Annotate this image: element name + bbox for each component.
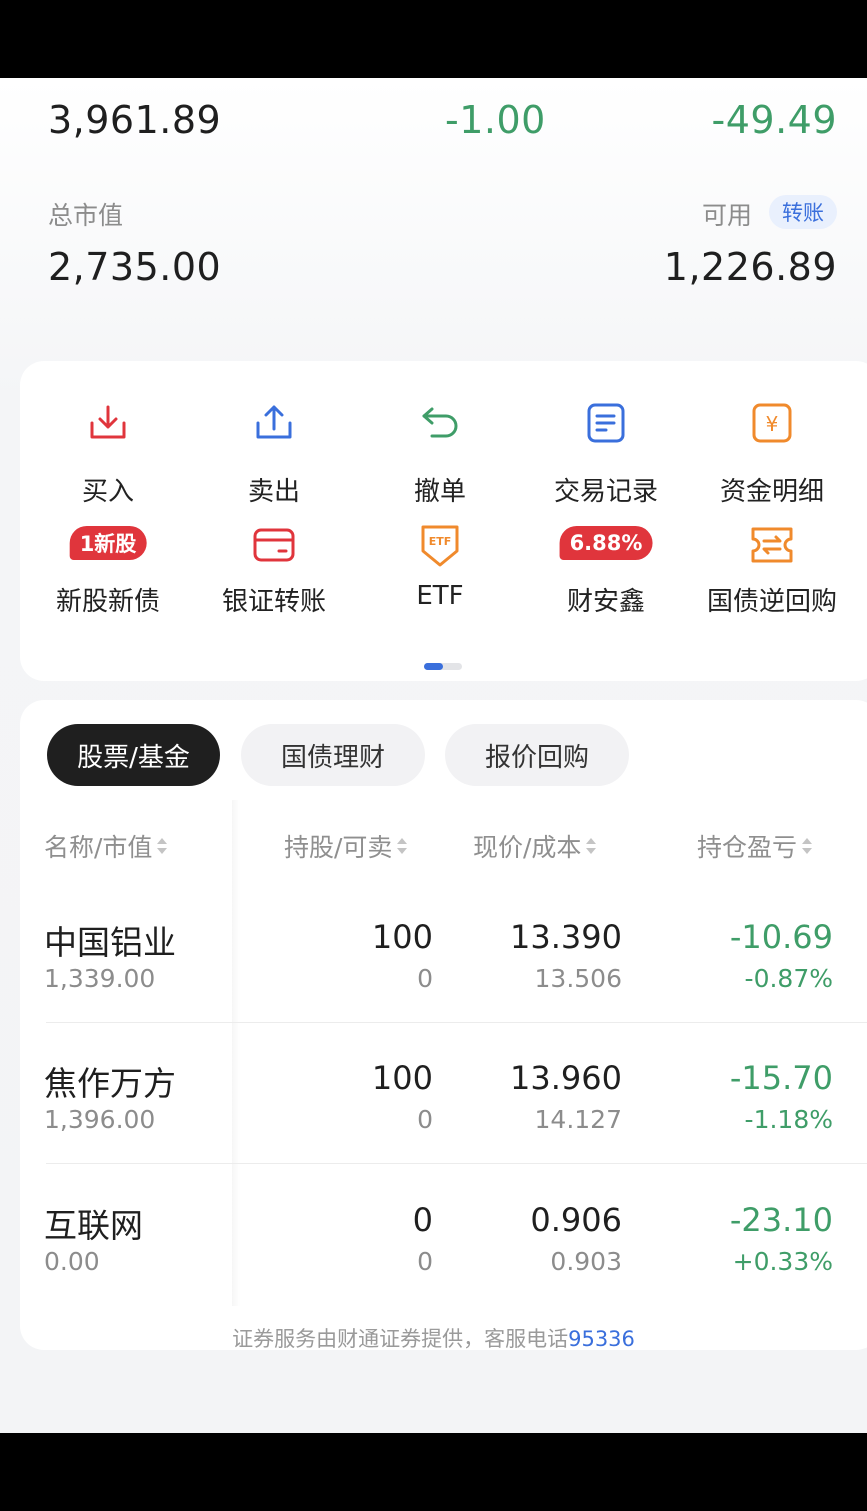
stock-market-value: 0.00	[44, 1247, 100, 1276]
yuan-icon: ¥	[752, 403, 792, 443]
sort-icon	[156, 836, 168, 856]
buy-button[interactable]: 买入	[25, 391, 191, 507]
holdings-card: 股票/基金 国债理财 报价回购 名称/市值 持股/可卖 现价/成本 持仓盈亏 中…	[20, 700, 867, 1350]
card-icon	[253, 528, 295, 562]
svg-text:ETF: ETF	[429, 535, 452, 548]
cancel-order-button[interactable]: 撤单	[357, 391, 523, 507]
customer-service-phone[interactable]: 95336	[568, 1327, 635, 1351]
table-row[interactable]: 中国铝业 1,339.00 100 0 13.390 13.506 -10.69…	[20, 900, 867, 1042]
today-pl-value: -1.00	[445, 98, 546, 142]
undo-icon	[422, 407, 458, 438]
shares: 100	[371, 1059, 433, 1097]
cost-price: 13.506	[534, 964, 622, 993]
buy-label: 买入	[81, 477, 134, 507]
bank-transfer-button[interactable]: 银证转账	[191, 521, 357, 641]
cost-price: 14.127	[534, 1105, 622, 1134]
shares: 100	[371, 918, 433, 956]
position-pl-value: -49.49	[711, 98, 837, 142]
current-price: 13.960	[510, 1059, 622, 1097]
sellable: 0	[417, 1105, 433, 1134]
sort-icon	[585, 836, 597, 856]
market-value-label: 总市值	[48, 201, 124, 230]
row-divider	[46, 1022, 867, 1023]
trade-records-button[interactable]: 交易记录	[523, 391, 689, 507]
col-price-cost[interactable]: 现价/成本	[473, 828, 597, 864]
table-row[interactable]: 互联网 0.00 0 0 0.906 0.903 -23.10 +0.33%	[20, 1183, 867, 1325]
exchange-ticket-icon	[751, 527, 793, 563]
stock-name: 互联网	[44, 1206, 143, 1245]
page-indicator	[424, 663, 462, 670]
rate-badge: 6.88%	[559, 526, 653, 560]
positions-screen: 3,961.89 -1.00 -49.49 总市值 可用 转账 2,735.00…	[0, 78, 867, 1433]
quick-actions-card: 买入 卖出 撤单 交易记录 ¥ 资金明细 1新股 新股新债 银证转账 ETF E…	[20, 361, 867, 681]
position-pl-pct: -0.87%	[744, 964, 833, 993]
new-ipo-badge: 1新股	[69, 526, 147, 560]
etf-shield-icon: ETF	[421, 525, 459, 567]
caianxin-label: 财安鑫	[566, 587, 645, 617]
footer-text: 证券服务由财通证券提供，客服电话	[232, 1327, 569, 1351]
stock-name: 中国铝业	[44, 923, 176, 962]
navigation-bar	[0, 1433, 867, 1511]
caianxin-button[interactable]: 6.88% 财安鑫	[523, 521, 689, 641]
tab-quote-repo[interactable]: 报价回购	[445, 724, 629, 786]
status-bar	[0, 0, 867, 78]
position-pl-pct: +0.33%	[732, 1247, 833, 1276]
svg-text:¥: ¥	[766, 412, 779, 436]
current-price: 13.390	[510, 918, 622, 956]
position-pl-pct: -1.18%	[744, 1105, 833, 1134]
fund-details-label: 资金明细	[719, 477, 824, 507]
etf-button[interactable]: ETF ETF	[357, 521, 523, 641]
cancel-order-label: 撤单	[413, 477, 466, 507]
etf-label: ETF	[416, 581, 464, 611]
document-icon	[587, 403, 625, 443]
footer-disclaimer: 证券服务由财通证券提供，客服电话95336	[0, 1323, 867, 1353]
tab-treasury-wealth[interactable]: 国债理财	[241, 724, 425, 786]
sort-icon	[801, 836, 813, 856]
table-row[interactable]: 焦作万方 1,396.00 100 0 13.960 14.127 -15.70…	[20, 1041, 867, 1183]
position-pl: -15.70	[729, 1059, 833, 1097]
sort-icon	[396, 836, 408, 856]
sellable: 0	[417, 1247, 433, 1276]
stock-name: 焦作万方	[44, 1064, 176, 1103]
sell-button[interactable]: 卖出	[191, 391, 357, 507]
total-assets-value: 3,961.89	[48, 98, 222, 142]
available-value: 1,226.89	[663, 245, 837, 289]
sell-label: 卖出	[247, 477, 300, 507]
stock-market-value: 1,339.00	[44, 964, 156, 993]
trade-records-label: 交易记录	[553, 477, 658, 507]
col-price-label: 现价/成本	[473, 833, 582, 862]
col-name-marketvalue[interactable]: 名称/市值	[44, 828, 168, 864]
col-pl-label: 持仓盈亏	[697, 833, 798, 862]
ipo-label: 新股新债	[55, 587, 160, 617]
cost-price: 0.903	[550, 1247, 622, 1276]
available-label: 可用	[702, 201, 753, 230]
col-shares-sellable[interactable]: 持股/可卖	[284, 828, 408, 864]
reverse-repo-button[interactable]: 国债逆回购	[689, 521, 855, 641]
sellable: 0	[417, 964, 433, 993]
tab-stocks-funds[interactable]: 股票/基金	[47, 724, 220, 786]
position-pl: -10.69	[729, 918, 833, 956]
col-name-label: 名称/市值	[44, 833, 153, 862]
ipo-button[interactable]: 1新股 新股新债	[25, 521, 191, 641]
page-indicator-active	[424, 663, 443, 670]
upload-icon	[256, 405, 292, 439]
market-value: 2,735.00	[48, 245, 222, 289]
transfer-button[interactable]: 转账	[769, 195, 837, 229]
fund-details-button[interactable]: ¥ 资金明细	[689, 391, 855, 507]
download-icon	[90, 405, 126, 439]
current-price: 0.906	[530, 1201, 622, 1239]
stock-market-value: 1,396.00	[44, 1105, 156, 1134]
shares: 0	[412, 1201, 433, 1239]
position-pl: -23.10	[729, 1201, 833, 1239]
col-shares-label: 持股/可卖	[284, 833, 393, 862]
bank-transfer-label: 银证转账	[221, 587, 326, 617]
col-position-pl[interactable]: 持仓盈亏	[697, 828, 813, 864]
row-divider	[46, 1163, 867, 1164]
reverse-repo-label: 国债逆回购	[706, 587, 837, 617]
